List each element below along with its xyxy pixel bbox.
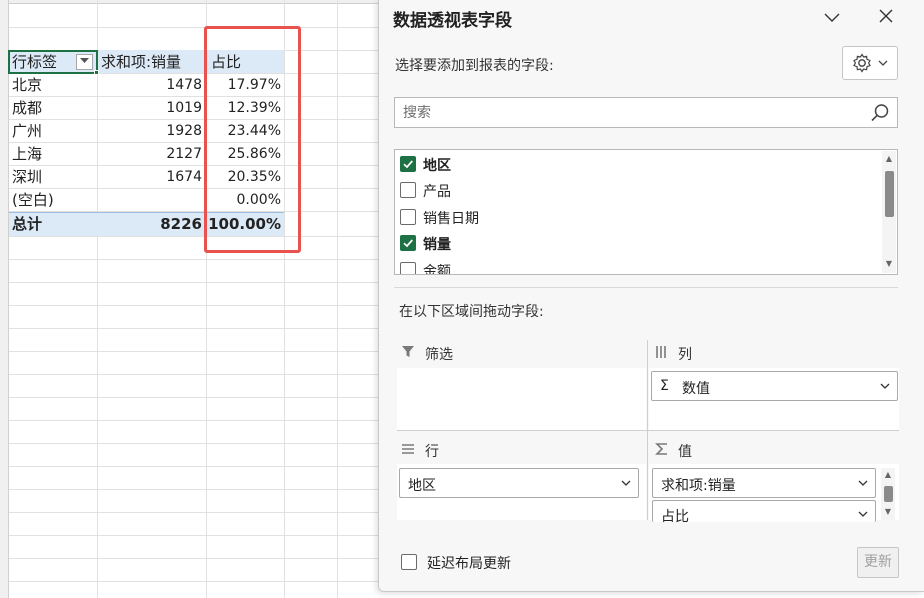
chip-label: 占比 (661, 509, 689, 525)
chevron-down-icon[interactable] (857, 477, 869, 489)
pivot-table-fields-pane: 数据透视表字段 选择要添加到报表的字段: 地区 产品 销售日期 (378, 0, 924, 592)
region-cell[interactable]: 成都 (12, 97, 96, 120)
highlight-annotation-box (204, 26, 301, 253)
defer-update-checkbox[interactable] (401, 554, 417, 570)
grand-total-sales[interactable]: 8226 (98, 213, 206, 236)
field-checkbox-checked[interactable] (400, 235, 416, 251)
field-item-product[interactable]: 产品 (400, 179, 870, 201)
sales-cell[interactable]: 2127 (98, 143, 206, 166)
chip-label: 求和项:销量 (661, 478, 736, 494)
values-chip-percent[interactable]: 占比 (652, 500, 876, 525)
defer-update-label: 延迟布局更新 (427, 556, 511, 572)
columns-chip-values[interactable]: Σ 数值 (651, 371, 898, 401)
rows-area-title: 行 (425, 444, 439, 460)
close-pane-button[interactable] (873, 6, 899, 30)
update-button[interactable]: 更新 (857, 547, 899, 578)
chevron-down-icon[interactable] (879, 380, 891, 392)
values-chip-sum-sales[interactable]: 求和项:销量 (652, 468, 876, 498)
column-header-strip[interactable] (9, 0, 380, 4)
scroll-up-icon[interactable]: ▲ (884, 154, 894, 164)
values-scrollbar[interactable]: ▲ ▼ (881, 468, 895, 520)
gear-icon (853, 53, 871, 73)
pane-title: 数据透视表字段 (393, 11, 512, 31)
region-cell[interactable]: 上海 (12, 143, 96, 166)
field-checkbox[interactable] (400, 182, 416, 198)
scroll-down-icon[interactable]: ▼ (884, 259, 894, 269)
filter-icon (402, 346, 414, 357)
field-checkbox[interactable] (400, 209, 416, 225)
field-list[interactable]: 地区 产品 销售日期 销量 金额 ▲ ▼ (394, 149, 898, 275)
sales-cell[interactable]: 1478 (98, 74, 206, 97)
pane-options-chevron[interactable] (819, 6, 845, 30)
area-horizontal-divider (397, 430, 899, 431)
field-checkbox-checked[interactable] (400, 156, 416, 172)
field-label: 销量 (423, 237, 451, 253)
scroll-up-icon[interactable]: ▲ (883, 470, 893, 480)
rows-chip-region[interactable]: 地区 (399, 468, 639, 498)
field-search-box[interactable] (394, 97, 898, 128)
row-header-strip[interactable] (0, 0, 9, 598)
sales-cell[interactable]: 1674 (98, 166, 206, 189)
sales-cell[interactable] (98, 189, 206, 212)
region-cell[interactable]: 深圳 (12, 166, 96, 189)
search-input[interactable] (401, 102, 861, 124)
field-list-scrollbar[interactable]: ▲ ▼ (882, 151, 896, 273)
search-icon[interactable] (869, 102, 891, 124)
spreadsheet-grid[interactable]: 行标签 求和项:销量 占比 北京 1478 17.97% 成都 1019 12.… (0, 0, 380, 598)
filters-area-title: 筛选 (425, 347, 453, 363)
fill-handle[interactable] (94, 70, 99, 75)
check-icon (403, 239, 413, 248)
check-icon (403, 160, 413, 169)
layout-settings-button[interactable] (842, 46, 898, 80)
chip-label: 地区 (408, 478, 436, 494)
field-item-amount[interactable]: 金额 (400, 259, 870, 275)
chevron-down-icon (824, 13, 840, 22)
filter-arrow-icon (80, 58, 89, 63)
field-checkbox[interactable] (400, 262, 416, 274)
sales-cell[interactable]: 1928 (98, 120, 206, 143)
pane-subtitle: 选择要添加到报表的字段: (395, 58, 554, 74)
field-label: 产品 (423, 184, 451, 200)
scroll-thumb[interactable] (885, 171, 894, 217)
chevron-down-icon[interactable] (620, 477, 632, 489)
pane-splitter[interactable] (394, 287, 898, 288)
sigma-icon (655, 443, 667, 455)
columns-icon (656, 346, 666, 358)
field-item-sales[interactable]: 销量 (400, 232, 870, 254)
field-label: 金额 (423, 264, 451, 275)
region-cell[interactable]: 广州 (12, 120, 96, 143)
drag-fields-label: 在以下区域间拖动字段: (399, 304, 544, 320)
region-cell[interactable]: (空白) (12, 189, 96, 212)
field-label: 销售日期 (423, 211, 479, 227)
scroll-down-icon[interactable]: ▼ (883, 507, 893, 517)
columns-area-title: 列 (678, 347, 692, 363)
sum-sales-header[interactable]: 求和项:销量 (101, 51, 205, 74)
chevron-down-icon (878, 60, 888, 66)
field-item-region[interactable]: 地区 (400, 153, 870, 175)
scroll-thumb[interactable] (884, 486, 893, 502)
chip-label: 数值 (682, 381, 710, 397)
field-label: 地区 (423, 158, 451, 174)
filters-drop-zone[interactable] (397, 368, 646, 430)
region-cell[interactable]: 北京 (12, 74, 96, 97)
close-icon (879, 9, 893, 23)
values-area-title: 值 (678, 444, 692, 460)
field-item-sales-date[interactable]: 销售日期 (400, 206, 870, 228)
chevron-down-icon[interactable] (857, 508, 869, 520)
row-labels-filter-dropdown[interactable] (76, 54, 93, 70)
sigma-icon: Σ (660, 378, 669, 394)
rows-icon (402, 444, 414, 454)
grand-total-label[interactable]: 总计 (12, 213, 96, 236)
sales-cell[interactable]: 1019 (98, 97, 206, 120)
